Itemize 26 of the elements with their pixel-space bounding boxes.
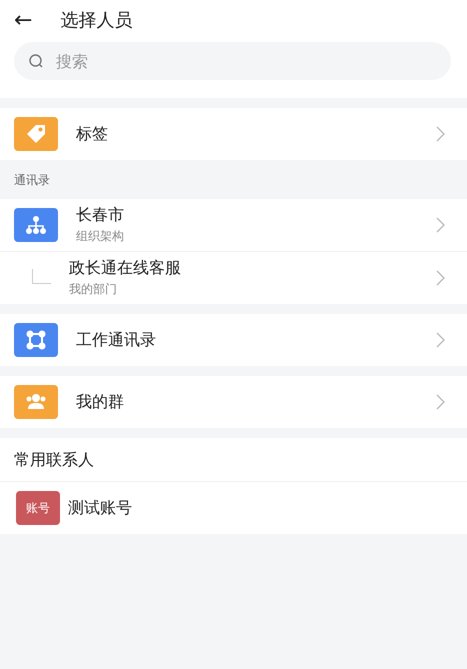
list-item[interactable]: 标签 — [0, 108, 467, 160]
item-title: 长春市 — [76, 205, 125, 226]
chevron-icon — [436, 394, 445, 410]
chevron-icon — [436, 270, 445, 286]
contact-name: 测试账号 — [68, 498, 132, 518]
branch-line-icon — [32, 268, 51, 284]
list-item[interactable]: 我的群 — [0, 376, 467, 428]
back-button[interactable]: ← — [14, 8, 32, 32]
chevron-icon — [436, 332, 445, 348]
section-label: 通讯录 — [13, 172, 51, 189]
item-title: 工作通讯录 — [76, 330, 157, 350]
page-title: 选择人员 — [60, 9, 132, 32]
item-title: 政长通在线客服 — [69, 258, 182, 279]
item-subtitle: 我的部门 — [69, 281, 118, 298]
contact-item[interactable]: 账号 测试账号 — [0, 482, 467, 534]
avatar: 账号 — [16, 491, 60, 525]
chevron-icon — [436, 126, 445, 142]
item-subtitle: 组织架构 — [76, 228, 125, 245]
item-title: 标签 — [76, 124, 109, 144]
item-title: 我的群 — [76, 392, 125, 412]
chevron-icon — [436, 217, 445, 233]
section-title: 常用联系人 — [0, 438, 467, 482]
search-field[interactable]: 搜索 — [14, 42, 451, 80]
list-item[interactable]: 政长通在线客服 我的部门 — [0, 251, 467, 304]
list-item[interactable]: 工作通讯录 — [0, 314, 467, 366]
list-item[interactable]: 长春市 组织架构 — [0, 199, 467, 251]
